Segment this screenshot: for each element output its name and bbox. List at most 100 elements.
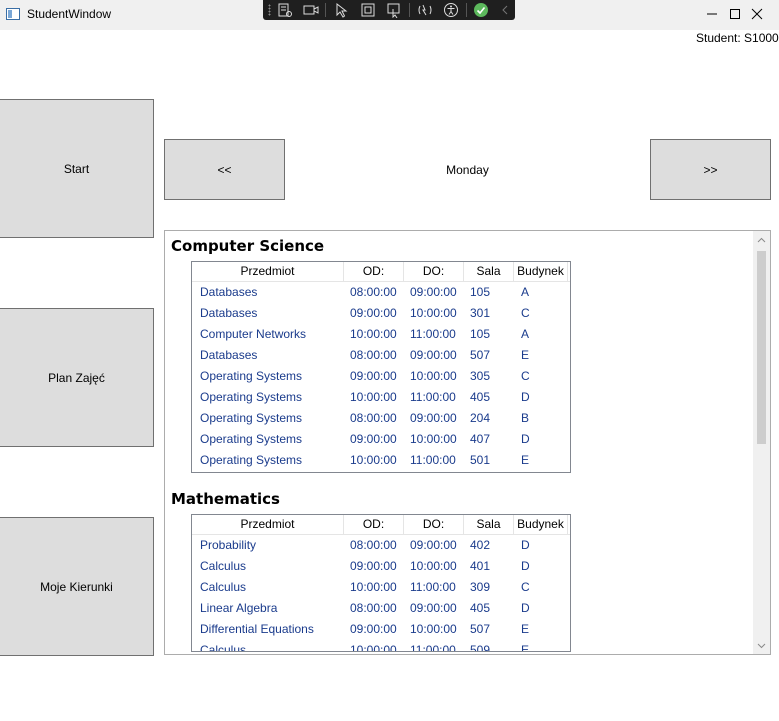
- schedule-table[interactable]: Przedmiot OD: DO: Sala Budynek Databases 08:00…: [191, 261, 571, 473]
- table-row[interactable]: Probability 08:00:00 09:00:00 402 D: [192, 535, 570, 556]
- column-header-to[interactable]: DO:: [404, 515, 464, 535]
- table-row[interactable]: Linear Algebra 08:00:00 09:00:00 405 D: [192, 598, 570, 619]
- cell-room: 301: [470, 306, 491, 320]
- close-icon: [751, 8, 763, 20]
- cell-building: B: [521, 411, 530, 425]
- cell-subject: Operating Systems: [200, 390, 303, 404]
- cell-building: A: [521, 327, 530, 341]
- start-button-label: Start: [63, 161, 90, 176]
- chevron-left-icon[interactable]: [497, 2, 513, 18]
- cell-from: 10:00:00: [350, 390, 397, 404]
- cell-building: D: [521, 601, 530, 615]
- vertical-scrollbar[interactable]: [753, 231, 770, 654]
- column-header-to[interactable]: DO:: [404, 262, 464, 282]
- moje-kierunki-button-label: Moje Kierunki: [40, 579, 113, 594]
- plan-zajec-button-label: Plan Zajęć: [48, 370, 105, 385]
- moje-kierunki-button[interactable]: Moje Kierunki: [0, 517, 154, 656]
- cell-to: 11:00:00: [410, 390, 456, 404]
- next-day-label: >>: [703, 162, 718, 177]
- hot-reload-icon[interactable]: [417, 2, 433, 18]
- cell-to: 09:00:00: [410, 348, 457, 362]
- cell-subject: Operating Systems: [200, 453, 303, 467]
- cell-building: A: [521, 285, 530, 299]
- table-row[interactable]: Differential Equations 09:00:00 10:00:00 50…: [192, 619, 570, 640]
- cell-subject: Differential Equations: [200, 622, 314, 636]
- plan-zajec-button[interactable]: Plan Zajęć: [0, 308, 154, 447]
- live-visual-tree-icon[interactable]: [277, 2, 293, 18]
- table-header: Przedmiot OD: DO: Sala Budynek: [192, 262, 570, 282]
- cell-building: D: [521, 432, 530, 446]
- select-element-icon[interactable]: [334, 2, 350, 18]
- cell-from: 08:00:00: [350, 601, 397, 615]
- column-header-subject[interactable]: Przedmiot: [192, 515, 344, 535]
- cell-subject: Computer Networks: [200, 327, 307, 341]
- cell-building: C: [521, 580, 530, 594]
- close-button[interactable]: [734, 0, 779, 28]
- previous-day-label: <<: [217, 162, 232, 177]
- column-header-from[interactable]: OD:: [344, 515, 404, 535]
- cell-to: 09:00:00: [410, 411, 457, 425]
- section-title: Mathematics: [171, 490, 280, 508]
- cell-to: 11:00:00: [410, 327, 456, 341]
- student-label: Student: S10004: [696, 31, 779, 45]
- table-row[interactable]: Operating Systems 09:00:00 10:00:00 305 C: [192, 366, 570, 387]
- column-header-room[interactable]: Sala: [464, 515, 514, 535]
- schedule-scroll-panel[interactable]: Computer Science Przedmiot OD: DO: Sala Budyn…: [164, 230, 771, 655]
- table-row[interactable]: Operating Systems 10:00:00 11:00:00 405 D: [192, 387, 570, 408]
- next-day-button[interactable]: >>: [650, 139, 771, 200]
- cell-to: 11:00:00: [410, 580, 456, 594]
- toolbar-grip-icon[interactable]: [268, 4, 271, 16]
- cell-subject: Databases: [200, 306, 258, 320]
- cell-to: 10:00:00: [410, 559, 457, 573]
- cell-from: 08:00:00: [350, 411, 397, 425]
- column-header-from[interactable]: OD:: [344, 262, 404, 282]
- scroll-up-button[interactable]: [753, 231, 770, 248]
- cell-from: 08:00:00: [350, 348, 397, 362]
- table-row[interactable]: Databases 08:00:00 09:00:00 105 A: [192, 282, 570, 303]
- table-row[interactable]: Calculus 10:00:00 11:00:00 309 C: [192, 577, 570, 598]
- cell-building: E: [521, 453, 530, 467]
- table-row[interactable]: Calculus 09:00:00 10:00:00 401 D: [192, 556, 570, 577]
- schedule-table[interactable]: Przedmiot OD: DO: Sala Budynek Probability 08:…: [191, 514, 571, 652]
- cell-to: 10:00:00: [410, 432, 457, 446]
- scroll-down-button[interactable]: [753, 637, 770, 654]
- column-header-building[interactable]: Budynek: [514, 262, 568, 282]
- cell-to: 10:00:00: [410, 369, 457, 383]
- table-row[interactable]: Databases 09:00:00 10:00:00 301 C: [192, 303, 570, 324]
- cell-room: 507: [470, 348, 491, 362]
- cell-building: D: [521, 538, 530, 552]
- track-focused-element-icon[interactable]: [386, 2, 402, 18]
- cell-subject: Calculus: [200, 559, 247, 573]
- cell-to: 09:00:00: [410, 538, 457, 552]
- column-header-building[interactable]: Budynek: [514, 515, 568, 535]
- table-row[interactable]: Operating Systems 08:00:00 09:00:00 204 B: [192, 408, 570, 429]
- cell-from: 09:00:00: [350, 622, 397, 636]
- table-row[interactable]: Calculus 10:00:00 11:00:00 509 E: [192, 640, 570, 651]
- table-row[interactable]: Operating Systems 09:00:00 10:00:00 407 D: [192, 429, 570, 450]
- cell-room: 405: [470, 601, 491, 615]
- table-header: Przedmiot OD: DO: Sala Budynek: [192, 515, 570, 535]
- accessibility-icon[interactable]: [443, 2, 459, 18]
- table-row[interactable]: Databases 08:00:00 09:00:00 507 E: [192, 345, 570, 366]
- previous-day-button[interactable]: <<: [164, 139, 285, 200]
- video-camera-icon[interactable]: [303, 2, 319, 18]
- checkmark-icon[interactable]: [473, 2, 489, 18]
- display-layout-adorners-icon[interactable]: [360, 2, 376, 18]
- table-row[interactable]: Computer Networks 10:00:00 11:00:00 105 A: [192, 324, 570, 345]
- table-row[interactable]: Operating Systems 10:00:00 11:00:00 501 E: [192, 450, 570, 471]
- start-button[interactable]: Start: [0, 99, 154, 238]
- cell-from: 09:00:00: [350, 559, 397, 573]
- cell-to: 09:00:00: [410, 601, 457, 615]
- debug-toolbar: [263, 0, 515, 20]
- cell-subject: Linear Algebra: [200, 601, 278, 615]
- scroll-thumb[interactable]: [757, 251, 766, 444]
- current-day-label: Monday: [446, 163, 489, 177]
- cell-to: 10:00:00: [410, 306, 457, 320]
- cell-subject: Operating Systems: [200, 432, 303, 446]
- app-icon: [6, 8, 20, 20]
- cell-from: 09:00:00: [350, 369, 397, 383]
- column-header-subject[interactable]: Przedmiot: [192, 262, 344, 282]
- cell-room: 105: [470, 285, 491, 299]
- column-header-room[interactable]: Sala: [464, 262, 514, 282]
- cell-building: E: [521, 348, 530, 362]
